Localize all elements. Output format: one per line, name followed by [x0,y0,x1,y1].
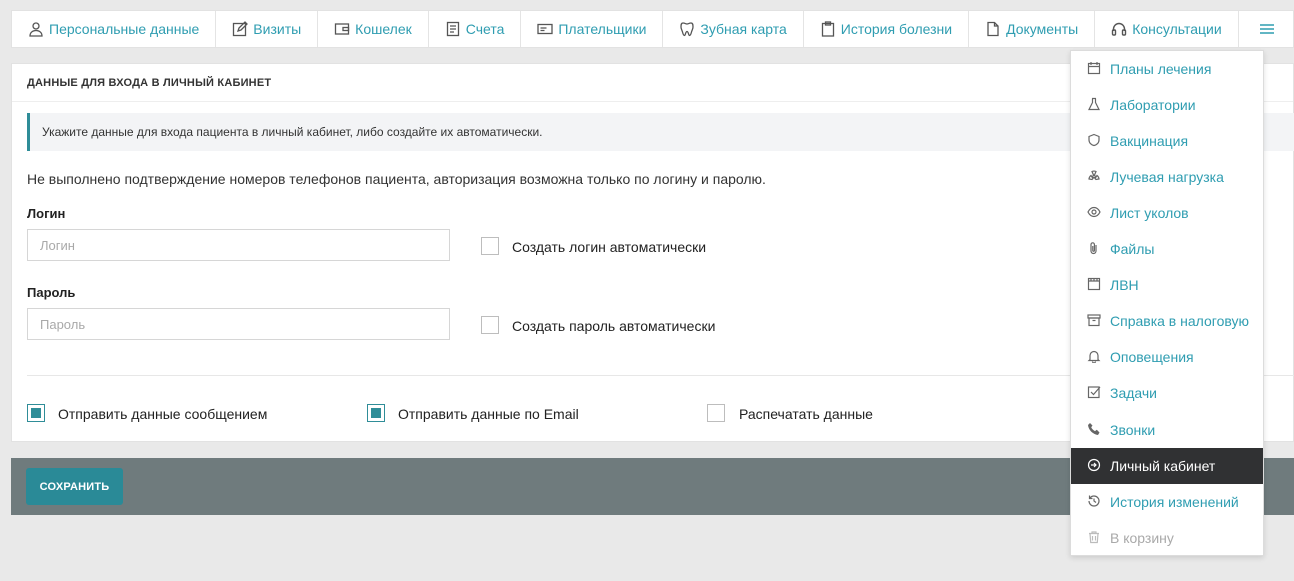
menu-item-label: Справка в налоговую [1110,313,1249,329]
shield-icon [1087,133,1103,149]
tab-documents[interactable]: Документы [969,11,1096,47]
menu-item-calls[interactable]: Звонки [1071,412,1263,448]
save-button[interactable]: СОХРАНИТЬ [26,468,123,505]
phone-notice: Не выполнено подтверждение номеров телеф… [27,171,766,187]
auto-password-label: Создать пароль автоматически [512,318,716,334]
tab-payers[interactable]: Плательщики [521,11,664,47]
menu-item-personal-account[interactable]: Личный кабинет [1071,448,1263,484]
tab-visits[interactable]: Визиты [216,11,319,47]
radiation-icon [1087,169,1103,185]
password-label: Пароль [27,285,76,300]
menu-item-label: Звонки [1110,422,1156,438]
menu-item-tasks[interactable]: Задачи [1071,375,1263,411]
auto-login-label: Создать логин автоматически [512,239,707,255]
more-dropdown-menu: Планы лечения Лаборатории Вакцинация Луч… [1070,50,1264,556]
menu-item-vaccination[interactable]: Вакцинация [1071,123,1263,159]
tab-label: Плательщики [558,21,647,37]
clipboard-icon [820,21,836,37]
menu-item-labs[interactable]: Лаборатории [1071,87,1263,123]
menu-item-files[interactable]: Файлы [1071,231,1263,267]
send-email-checkbox[interactable] [367,404,385,422]
menu-item-label: Лучевая нагрузка [1110,169,1224,185]
menu-item-label: В корзину [1110,530,1174,546]
headset-icon [1111,21,1127,37]
person-icon [28,21,44,37]
login-label: Логин [27,206,66,221]
menu-item-label: История изменений [1110,494,1239,510]
menu-item-label: Вакцинация [1110,133,1189,149]
tab-label: Визиты [253,21,302,37]
menu-item-radiation-load[interactable]: Лучевая нагрузка [1071,159,1263,195]
flask-icon [1087,97,1103,113]
tab-label: Персональные данные [49,21,200,37]
menu-item-label: Оповещения [1110,349,1194,365]
invoice-icon [445,21,461,37]
menu-item-label: Файлы [1110,241,1155,257]
card-icon [537,21,554,37]
tab-label: Консультации [1132,21,1222,37]
send-sms-label: Отправить данные сообщением [58,406,268,422]
menu-item-trash: В корзину [1071,520,1263,556]
hamburger-icon [1259,21,1275,37]
trash-icon [1087,530,1103,546]
send-sms-checkbox[interactable] [27,404,45,422]
send-email-label: Отправить данные по Email [398,406,579,422]
sign-in-icon [1087,458,1103,474]
phone-icon [1087,422,1103,438]
menu-item-notifications[interactable]: Оповещения [1071,339,1263,375]
tab-consultations[interactable]: Консультации [1095,11,1239,47]
tab-medical-history[interactable]: История болезни [804,11,970,47]
menu-item-lvn[interactable]: ЛВН [1071,267,1263,303]
menu-item-label: Задачи [1110,385,1158,401]
auto-login-checkbox[interactable] [481,237,499,255]
patient-tabs-nav: Персональные данные Визиты Кошелек Счета… [11,10,1294,48]
password-input[interactable] [27,308,450,340]
wallet-icon [334,21,350,37]
archive-icon [1087,313,1103,329]
tab-wallet[interactable]: Кошелек [318,11,429,47]
menu-item-tax-certificate[interactable]: Справка в налоговую [1071,303,1263,339]
tab-dental-chart[interactable]: Зубная карта [663,11,804,47]
login-input[interactable] [27,229,450,261]
tab-invoices[interactable]: Счета [429,11,522,47]
tab-personal-data[interactable]: Персональные данные [12,11,217,47]
more-menu-button[interactable] [1239,11,1294,47]
checkbox-icon [1087,385,1103,401]
paperclip-icon [1087,241,1103,257]
menu-item-label: Лист уколов [1110,205,1189,221]
menu-item-change-history[interactable]: История изменений [1071,484,1263,520]
tab-label: История болезни [840,21,953,37]
bell-icon [1087,349,1103,365]
history-icon [1087,494,1103,510]
tab-label: Счета [465,21,505,37]
menu-item-label: Лаборатории [1110,97,1196,113]
edit-icon [232,21,249,37]
calendar-icon [1087,61,1103,77]
auto-password-checkbox[interactable] [481,316,499,334]
eye-icon [1087,205,1103,221]
tab-label: Документы [1006,21,1079,37]
menu-item-label: Планы лечения [1110,61,1212,77]
tab-label: Зубная карта [700,21,787,37]
menu-item-label: Личный кабинет [1110,458,1216,474]
menu-item-label: ЛВН [1110,277,1139,293]
document-icon [985,21,1001,37]
tooth-icon [679,21,695,37]
menu-item-treatment-plans[interactable]: Планы лечения [1071,51,1263,87]
tab-label: Кошелек [355,21,412,37]
print-data-checkbox[interactable] [707,404,725,422]
menu-item-injections[interactable]: Лист уколов [1071,195,1263,231]
film-icon [1087,277,1103,293]
print-data-label: Распечатать данные [739,406,873,422]
